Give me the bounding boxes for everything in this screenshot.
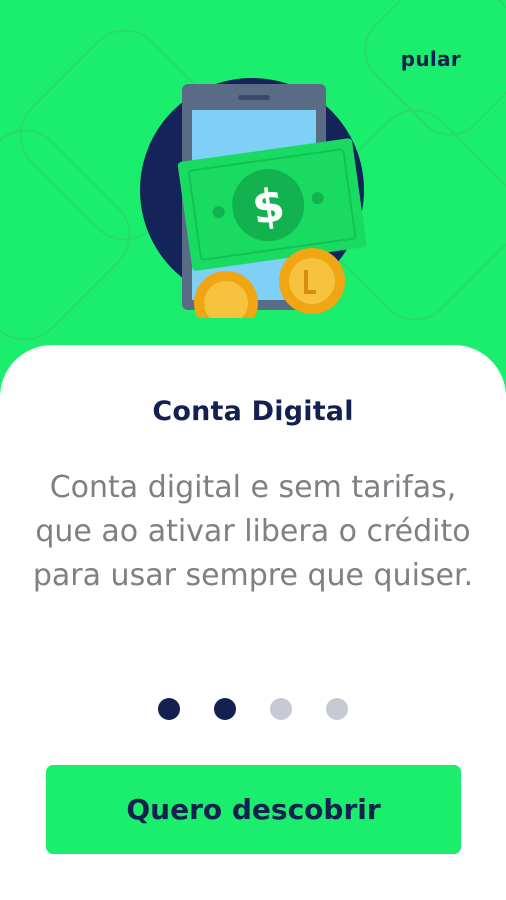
page-dot-1[interactable] xyxy=(158,698,180,720)
skip-button[interactable]: pular xyxy=(401,47,461,71)
pagination-dots xyxy=(0,698,506,720)
discover-button[interactable]: Quero descobrir xyxy=(46,765,461,854)
page-dot-4[interactable] xyxy=(326,698,348,720)
cash-phone-icon: $ xyxy=(140,78,367,318)
slide-title: Conta Digital xyxy=(152,396,354,427)
slide-description: Conta digital e sem tarifas, que ao ativ… xyxy=(32,470,474,593)
page-dot-3[interactable] xyxy=(270,698,292,720)
page-dot-2[interactable] xyxy=(214,698,236,720)
